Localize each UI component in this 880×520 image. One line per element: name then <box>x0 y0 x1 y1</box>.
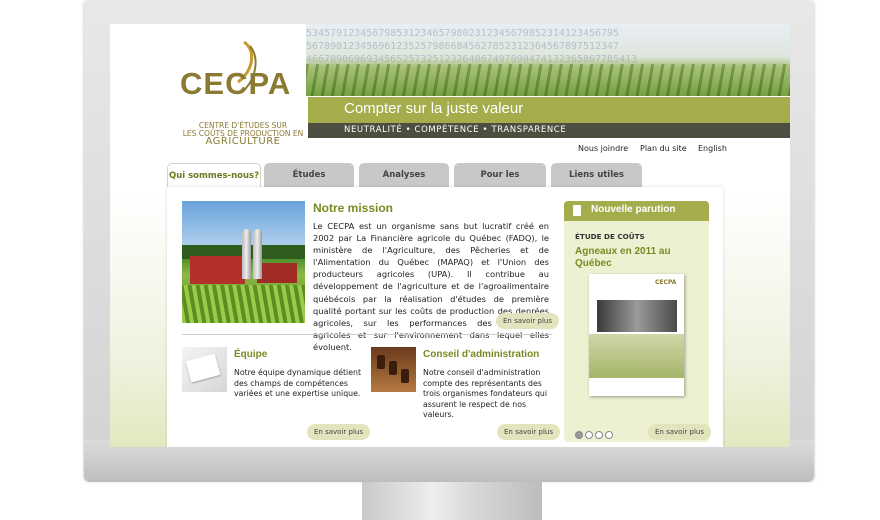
content-panel: Notre mission Le CECPA est un organisme … <box>167 187 723 447</box>
equipe-text: Notre équipe dynamique détient des champ… <box>234 368 362 398</box>
tagline-text: Compter sur la juste valeur <box>344 100 524 117</box>
carousel-dots <box>575 424 615 443</box>
monitor-stand <box>362 482 542 520</box>
tagline-bar: Compter sur la juste valeur <box>308 97 790 123</box>
photo-paper <box>185 353 221 383</box>
tab-qui-sommes-nous[interactable]: Qui sommes-nous? <box>167 163 261 189</box>
cover-band <box>589 334 684 378</box>
tab-analyses[interactable]: Analyses <box>359 163 449 187</box>
carousel-dot[interactable] <box>595 431 603 439</box>
tab-liens-utiles[interactable]: Liens utiles <box>551 163 642 187</box>
hero-digits-line: 5345791234567985312346579802312345679852… <box>306 28 620 39</box>
hero-banner: 5345791234567985312346579802312345679852… <box>306 24 790 96</box>
equipe-more-button[interactable]: En savoir plus <box>307 424 370 440</box>
subtag-text: NEUTRALITÉ • COMPÉTENCE • TRANSPARENCE <box>344 125 567 135</box>
carousel-dot[interactable] <box>575 431 583 439</box>
conseil-title: Conseil d'administration <box>423 349 540 360</box>
conseil-more-button[interactable]: En savoir plus <box>497 424 560 440</box>
publication-cover[interactable]: CECPA <box>589 274 684 396</box>
photo-silo <box>242 229 251 279</box>
photo-chair <box>389 361 397 375</box>
new-publication-header: Nouvelle parution <box>564 201 709 221</box>
photo-silo <box>253 229 262 279</box>
hero-digits: 5345791234567985312346579802312345679852… <box>306 27 637 66</box>
cover-logo: CECPA <box>655 279 677 286</box>
new-publication-box: Nouvelle parution ÉTUDE DE COÛTS Agneaux… <box>564 201 711 443</box>
section-divider <box>182 334 552 335</box>
new-publication-title: Nouvelle parution <box>591 204 676 215</box>
hero-digits-line: 5678901234569612352579866845627852312364… <box>306 41 620 52</box>
photo-barn <box>190 256 245 284</box>
publication-category: ÉTUDE DE COÛTS <box>575 232 645 241</box>
logo-tagline: CENTRE D'ÉTUDES SUR LES COÛTS DE PRODUCT… <box>178 122 308 147</box>
link-plan-du-site[interactable]: Plan du site <box>640 144 687 153</box>
link-nous-joindre[interactable]: Nous joindre <box>578 144 628 153</box>
subtag-bar: NEUTRALITÉ • COMPÉTENCE • TRANSPARENCE <box>308 123 790 138</box>
mission-title: Notre mission <box>313 201 394 215</box>
publication-more-button[interactable]: En savoir plus <box>648 424 711 440</box>
conseil-photo <box>371 347 416 392</box>
document-icon <box>573 205 581 216</box>
carousel-dot[interactable] <box>585 431 593 439</box>
photo-barn <box>257 263 297 283</box>
farm-photo <box>182 201 305 323</box>
photo-chair <box>377 355 385 369</box>
equipe-photo <box>182 347 227 392</box>
mission-more-button[interactable]: En savoir plus <box>496 313 559 329</box>
link-english[interactable]: English <box>698 144 727 153</box>
publication-title[interactable]: Agneaux en 2011 au Québec <box>575 246 700 270</box>
logo-tagline-line: AGRICULTURE <box>205 136 281 147</box>
logo-wordmark: CECPA <box>180 66 292 101</box>
conseil-text: Notre conseil d'administration compte de… <box>423 368 548 419</box>
carousel-dot[interactable] <box>605 431 613 439</box>
website-screen: CECPA CENTRE D'ÉTUDES SUR LES COÛTS DE P… <box>110 24 790 447</box>
hero-field-rows <box>306 64 790 96</box>
tab-pour-les-participants[interactable]: Pour les participants <box>454 163 546 204</box>
photo-crop <box>182 285 305 323</box>
tab-etudes[interactable]: Études <box>264 163 354 187</box>
photo-chair <box>401 369 409 383</box>
cover-photo <box>597 300 677 332</box>
equipe-title: Équipe <box>234 349 268 360</box>
